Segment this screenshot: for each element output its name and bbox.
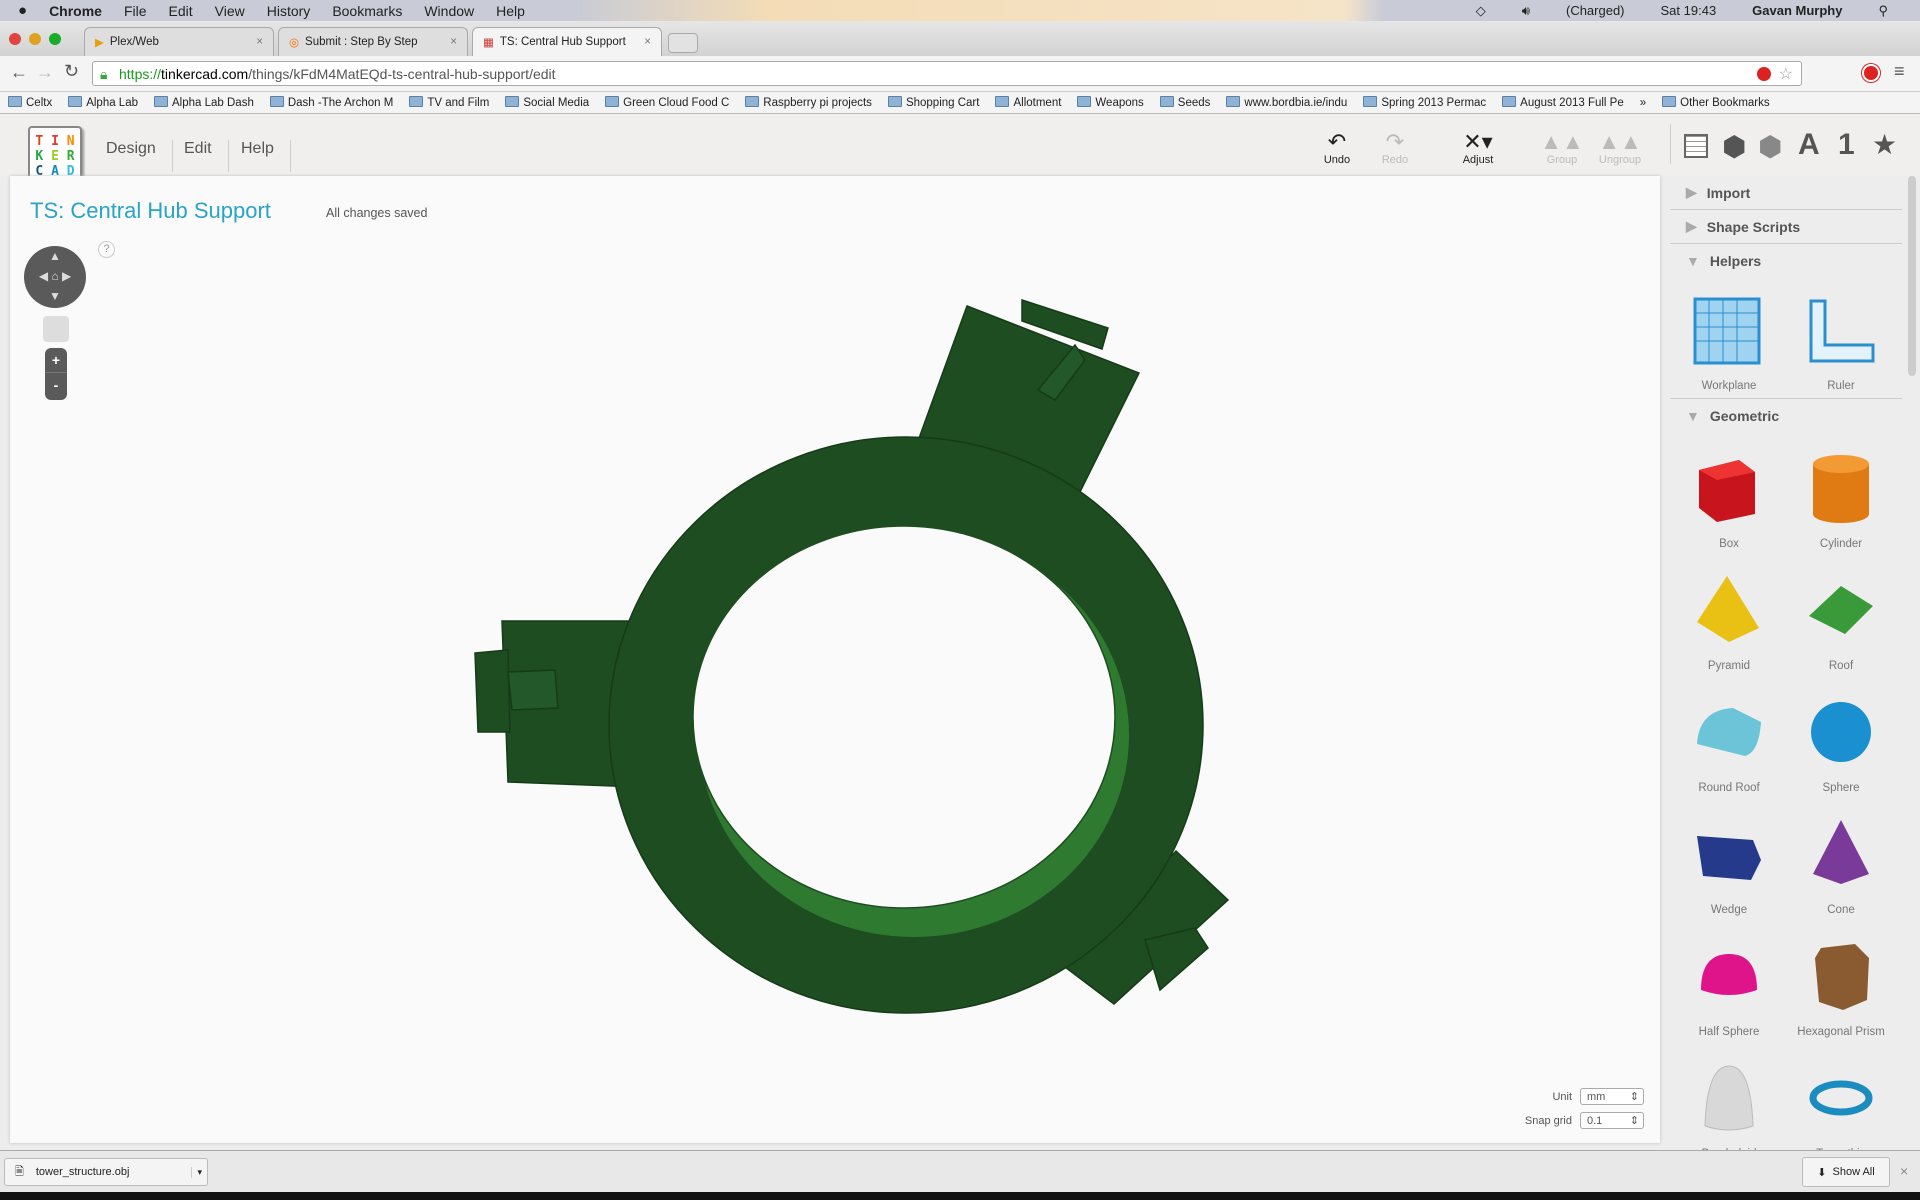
section-import[interactable]: ▶ Import [1670,176,1902,210]
ring-hole [692,525,1116,909]
collapse-icon: ▼ [1686,253,1700,269]
roof-icon [1809,586,1873,634]
menu-icon[interactable]: ≡ [1894,61,1905,82]
expand-icon: ▶ [1686,218,1697,234]
section-label: Shape Scripts [1706,218,1801,235]
shape-hexagonal-prism[interactable]: Hexagonal Prism [1791,932,1891,1038]
round-roof-icon [1697,708,1761,756]
shape-label: Workplane [1701,380,1757,392]
divider [1670,124,1671,164]
shape-torus-thin[interactable]: Torus thin [1791,1054,1891,1160]
snap-value: 0.1 [1587,1114,1603,1127]
folder-icon [1662,96,1677,107]
star-bookmark-icon[interactable]: ☆ [1779,64,1793,84]
shape-label: Hexagonal Prism [1797,1026,1885,1038]
shape-workplane[interactable]: Workplane [1679,292,1779,392]
shape-label: Pyramid [1707,660,1751,672]
download-menu-icon[interactable]: ▾ [191,1166,207,1178]
text-icon[interactable]: A [1798,128,1820,162]
shape-label: Ruler [1827,380,1855,392]
section-label: Helpers [1709,253,1762,269]
right-tab-clip[interactable] [1144,927,1209,992]
shape-label: Roof [1828,660,1854,672]
shape-round-roof[interactable]: Round Roof [1679,688,1779,794]
shape-label: Sphere [1822,782,1860,794]
screen-edge [0,1192,1920,1200]
wedge-icon [1697,836,1761,880]
shape-label: Cone [1827,904,1855,916]
pyramid-icon [1697,576,1759,642]
collapse-icon: ▼ [1686,407,1700,424]
shape-pyramid[interactable]: Pyramid [1679,566,1779,672]
shape-cylinder[interactable]: Cylinder [1791,444,1891,550]
unit-label: Unit [1552,1090,1572,1103]
favorite-star-icon[interactable]: ★ [1872,128,1897,161]
panel-scrollbar[interactable] [1908,176,1916,376]
download-filename: tower_structure.obj [35,1166,130,1178]
model-viewport[interactable] [0,0,1650,1143]
expand-icon: ▶ [1686,184,1697,200]
download-item[interactable]: 🗎︎ tower_structure.obj ▾ [4,1158,208,1186]
show-all-label: Show All [1832,1166,1875,1178]
hole-icon[interactable]: ⬢ [1758,130,1782,163]
half-sphere-icon [1701,954,1757,995]
shape-box[interactable]: Box [1679,444,1779,550]
shape-label: Cylinder [1819,538,1863,550]
section-helpers[interactable]: ▼ Helpers [1670,244,1902,278]
design-canvas[interactable]: TS: Central Hub Support All changes save… [10,176,1660,1143]
unit-select[interactable]: mm ⇕ [1580,1088,1644,1105]
close-download-bar-button[interactable]: × [1900,1163,1908,1179]
box-icon [1699,460,1755,522]
left-tab-slot [507,669,559,711]
sphere-icon [1811,702,1871,762]
adblock-icon[interactable] [1757,67,1771,81]
shape-label: Box [1719,538,1739,550]
shape-label: Wedge [1710,904,1748,916]
snap-grid-setting: Snap grid 0.1 ⇕ [1525,1112,1644,1129]
bookmark-label: Other Bookmarks [1680,97,1770,109]
helpers-list: Workplane Ruler [1679,292,1891,392]
hexagonal-prism-icon [1815,944,1869,1010]
box-icon[interactable]: ⬢ [1722,130,1746,163]
section-label: Geometric [1709,407,1780,424]
shape-roof[interactable]: Roof [1791,566,1891,672]
file-icon: 🗎︎ [15,1165,24,1178]
shape-wedge[interactable]: Wedge [1679,810,1779,916]
section-label: Import [1706,184,1751,201]
cylinder-icon [1813,455,1869,523]
user-name[interactable]: Gavan Murphy [1752,3,1842,19]
shape-half-sphere[interactable]: Half Sphere [1679,932,1779,1038]
section-geometric[interactable]: ▼ Geometric [1670,398,1902,432]
shape-cone[interactable]: Cone [1791,810,1891,916]
number-icon[interactable]: 1 [1838,128,1855,162]
hub-model[interactable] [474,298,1230,1014]
bookmark-item[interactable]: Other Bookmarks [1662,96,1770,109]
workplane-grid-icon[interactable] [1684,134,1708,158]
snap-grid-select[interactable]: 0.1 ⇕ [1580,1112,1644,1129]
shape-paraboloid[interactable]: Paraboloid [1679,1054,1779,1160]
geometric-shapes-grid: Box Cylinder Pyramid Roof Round Roof Sphere We… [1679,444,1903,1160]
left-tab-clip[interactable] [474,649,511,733]
shape-label: Round Roof [1698,782,1760,794]
shape-ruler[interactable]: Ruler [1791,292,1891,392]
shape-label: Half Sphere [1698,1026,1760,1038]
cone-icon [1813,820,1869,884]
paraboloid-icon [1704,1065,1754,1131]
snap-label: Snap grid [1524,1114,1572,1127]
torus-thin-icon [1809,1080,1873,1116]
download-arrow-icon: ⬇ [1817,1166,1827,1179]
unit-setting: Unit mm ⇕ [1552,1088,1644,1105]
clock[interactable]: Sat 19:43 [1661,3,1717,19]
unit-value: mm [1587,1090,1606,1103]
section-shape-scripts[interactable]: ▶ Shape Scripts [1670,210,1902,244]
shapes-panel: ▶ Import ▶ Shape Scripts ▼ Helpers Workplan… [1670,176,1910,1160]
show-all-downloads-button[interactable]: ⬇ Show All [1802,1157,1890,1187]
workplane-icon [1693,297,1761,365]
download-bar: 🗎︎ tower_structure.obj ▾ ⬇ Show All × [0,1150,1920,1192]
ruler-icon [1809,299,1875,363]
spotlight-icon[interactable]: ⚲ [1878,3,1888,19]
stop-extension-icon[interactable] [1862,64,1880,82]
shape-sphere[interactable]: Sphere [1791,688,1891,794]
